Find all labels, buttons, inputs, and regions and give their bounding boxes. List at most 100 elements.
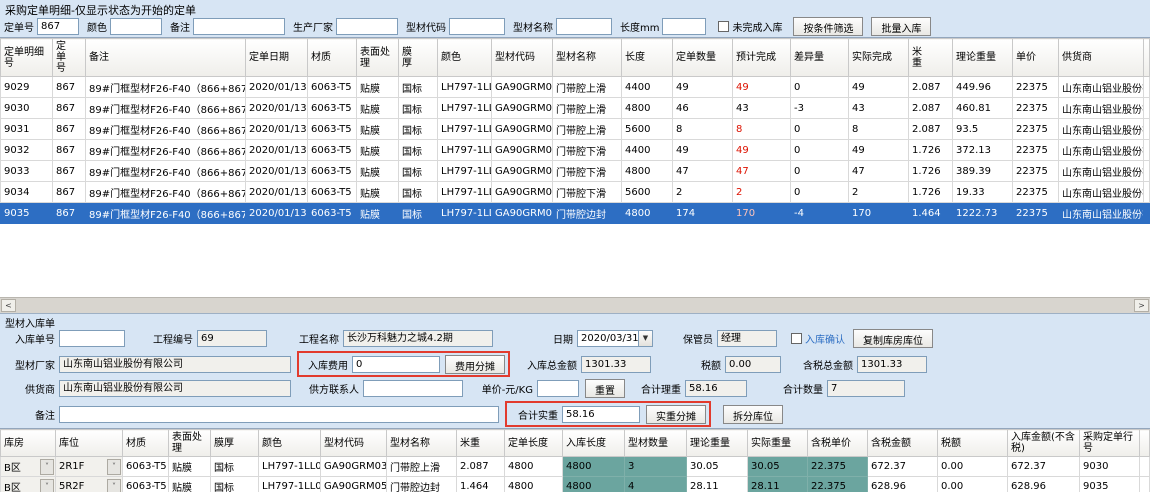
cell[interactable]: 672.37 <box>868 457 938 477</box>
cell[interactable]: 9035 <box>1080 477 1140 492</box>
cell[interactable]: 174 <box>673 203 733 224</box>
column-header[interactable]: 定单号 <box>53 39 86 77</box>
cell[interactable]: 贴膜 <box>357 140 399 161</box>
cell[interactable]: 1.464 <box>909 203 953 224</box>
cell[interactable]: LH797-1LL0 <box>438 119 492 140</box>
weight-share-button[interactable]: 实重分摊 <box>646 405 706 424</box>
actual-weight-input[interactable]: 58.16 <box>562 406 640 423</box>
column-header[interactable]: 定单明细号 <box>1 39 53 77</box>
cell[interactable]: 0.00 <box>938 477 1008 492</box>
cell[interactable]: B区˅ <box>1 477 56 492</box>
cell[interactable]: 43 <box>849 98 909 119</box>
cell[interactable]: 3 <box>625 457 687 477</box>
cell[interactable]: 6063-T5 <box>308 161 357 182</box>
cell[interactable]: 8 <box>849 119 909 140</box>
cell[interactable]: 山东南山铝业股份有限公司 <box>1059 77 1144 98</box>
cell[interactable]: GA90GRM04 <box>492 182 553 203</box>
scroll-left-icon[interactable]: < <box>1 299 16 312</box>
remark-input[interactable] <box>193 18 285 35</box>
cell[interactable]: LH797-1LL0 <box>438 203 492 224</box>
column-header[interactable]: 库房 <box>1 430 56 457</box>
column-header[interactable]: 型材代码 <box>492 39 553 77</box>
cell[interactable]: 170 <box>849 203 909 224</box>
cell[interactable]: 4800 <box>622 203 673 224</box>
cell[interactable]: LH797-1LL0 <box>438 140 492 161</box>
tax-total-input[interactable]: 1301.33 <box>857 356 927 373</box>
cell[interactable]: 9031 <box>1 119 53 140</box>
table-row[interactable]: 903586789#门框型材F26-F40（866+867）2020/01/13… <box>1 203 1150 224</box>
cell[interactable]: 4400 <box>622 77 673 98</box>
cell[interactable]: 山东南山铝业股份有限公司 <box>1059 98 1144 119</box>
column-header[interactable]: 理论重量 <box>953 39 1013 77</box>
inbound-remark-input[interactable] <box>59 406 499 423</box>
cell[interactable]: 49 <box>733 77 791 98</box>
cell[interactable]: 30.05 <box>687 457 748 477</box>
cell[interactable]: 山东南山铝业股份有限公司 <box>1059 182 1144 203</box>
cell[interactable]: 49 <box>673 77 733 98</box>
cell[interactable]: 5600 <box>622 182 673 203</box>
cell[interactable]: 6063-T5 <box>308 182 357 203</box>
profile-code-input[interactable] <box>449 18 505 35</box>
cell[interactable]: 门带腔上滑 <box>387 457 457 477</box>
cell[interactable]: 贴膜 <box>169 477 211 492</box>
column-header[interactable]: 理论重量 <box>687 430 748 457</box>
dropdown-arrow-icon[interactable]: ˅ <box>40 459 54 475</box>
reset-button[interactable]: 重置 <box>585 379 625 398</box>
column-header[interactable]: 表面处理 <box>357 39 399 77</box>
cell[interactable]: 门带腔上滑 <box>553 98 622 119</box>
cell[interactable]: 8 <box>733 119 791 140</box>
date-dropdown-icon[interactable]: ▼ <box>639 330 653 347</box>
cell[interactable]: 28.11 <box>748 477 808 492</box>
scroll-right-icon[interactable]: > <box>1134 299 1149 312</box>
cell[interactable]: 1.726 <box>909 182 953 203</box>
cell[interactable]: 2R1F˅ <box>56 457 123 477</box>
cell[interactable]: 2020/01/13 <box>246 98 308 119</box>
cell[interactable]: 2.087 <box>457 457 505 477</box>
dropdown-arrow-icon[interactable]: ˅ <box>107 459 121 475</box>
column-header[interactable]: 单价 <box>1013 39 1059 77</box>
cell[interactable]: 93.5 <box>953 119 1013 140</box>
cell[interactable]: 国标 <box>399 140 438 161</box>
unfinished-checkbox[interactable] <box>718 21 729 32</box>
column-header[interactable]: 定单日期 <box>246 39 308 77</box>
order-no-input[interactable]: 867 <box>37 18 79 35</box>
cell[interactable]: 2020/01/13 <box>246 119 308 140</box>
table-row[interactable]: 902986789#门框型材F26-F40（866+867）2020/01/13… <box>1 77 1150 98</box>
cell[interactable]: 47 <box>673 161 733 182</box>
manufacturer-input[interactable] <box>336 18 398 35</box>
cell[interactable]: 国标 <box>211 457 259 477</box>
cell[interactable]: 山东南山铝业股份有限公司 <box>1059 203 1144 224</box>
table-row[interactable]: 903486789#门框型材F26-F40（866+867）2020/01/13… <box>1 182 1150 203</box>
cell[interactable]: 89#门框型材F26-F40（866+867） <box>86 119 246 140</box>
cell[interactable]: 2 <box>673 182 733 203</box>
color-input[interactable] <box>110 18 162 35</box>
cell[interactable]: 贴膜 <box>357 161 399 182</box>
supplier-contact-input[interactable] <box>363 380 463 397</box>
cell[interactable]: 2020/01/13 <box>246 182 308 203</box>
dropdown-arrow-icon[interactable]: ˅ <box>107 479 121 492</box>
cell[interactable]: 门带腔下滑 <box>553 182 622 203</box>
cell[interactable]: 4 <box>625 477 687 492</box>
column-header[interactable]: 颜色 <box>438 39 492 77</box>
cell[interactable]: 22.375 <box>808 477 868 492</box>
cell[interactable]: 2.087 <box>909 119 953 140</box>
copy-location-button[interactable]: 复制库房库位 <box>853 329 933 348</box>
cell[interactable]: 867 <box>53 98 86 119</box>
theory-weight-input[interactable]: 58.16 <box>685 380 747 397</box>
cell[interactable]: 贴膜 <box>357 182 399 203</box>
column-header[interactable]: 含税金额 <box>868 430 938 457</box>
cell[interactable]: 372.13 <box>953 140 1013 161</box>
cell[interactable]: 22375 <box>1013 140 1059 161</box>
cell[interactable]: 9035 <box>1 203 53 224</box>
cell[interactable]: 1.726 <box>909 140 953 161</box>
table-row[interactable]: B区˅5R2F˅6063-T5贴膜国标LH797-1LL0GA90GRM05门带… <box>1 477 1150 492</box>
factory-input[interactable]: 山东南山铝业股份有限公司 <box>59 356 291 373</box>
cell[interactable]: 867 <box>53 140 86 161</box>
column-header[interactable]: 实际重量 <box>748 430 808 457</box>
cell[interactable]: 22375 <box>1013 182 1059 203</box>
cell[interactable]: GA90GRM04 <box>492 161 553 182</box>
cell[interactable]: 9029 <box>1 77 53 98</box>
cell[interactable]: 89#门框型材F26-F40（866+867） <box>86 77 246 98</box>
column-header[interactable]: 定单数量 <box>673 39 733 77</box>
cell[interactable]: 1222.73 <box>953 203 1013 224</box>
